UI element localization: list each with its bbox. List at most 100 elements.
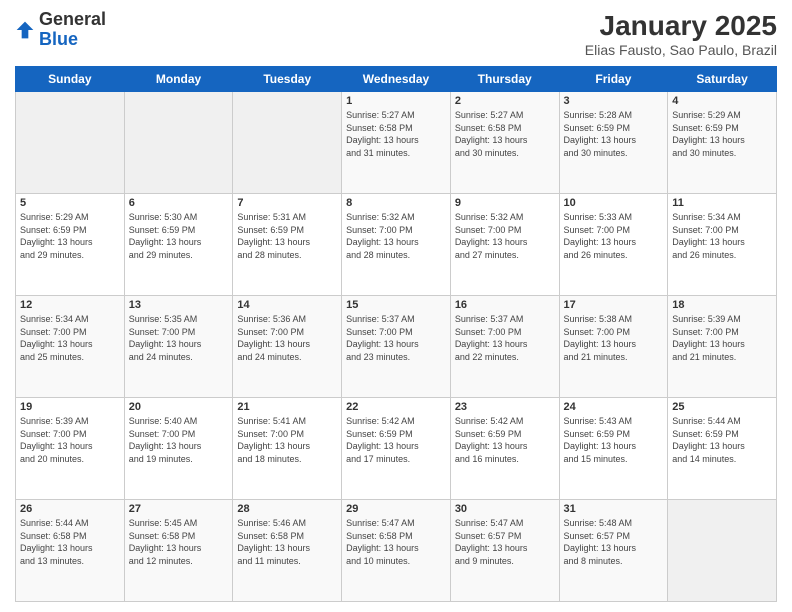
day-cell: 27 Sunrise: 5:45 AM Sunset: 6:58 PM Dayli… [124,500,233,602]
day-info: Sunrise: 5:46 AM Sunset: 6:58 PM Dayligh… [237,517,337,567]
header-row: SundayMondayTuesdayWednesdayThursdayFrid… [16,67,777,92]
day-info: Sunrise: 5:27 AM Sunset: 6:58 PM Dayligh… [455,109,555,159]
day-cell: 6Sunrise: 5:30 AM Sunset: 6:59 PM Daylig… [124,194,233,296]
day-info: Sunrise: 5:29 AM Sunset: 6:59 PM Dayligh… [672,109,772,159]
calendar-title: January 2025 [585,10,777,42]
day-number: 24 [564,401,664,413]
day-cell [124,92,233,194]
day-number: 11 [672,197,772,209]
calendar-subtitle: Elias Fausto, Sao Paulo, Brazil [585,42,777,58]
day-number: 18 [672,299,772,311]
day-info: Sunrise: 5:33 AM Sunset: 7:00 PM Dayligh… [564,211,664,261]
day-info: Sunrise: 5:37 AM Sunset: 7:00 PM Dayligh… [455,313,555,363]
day-info: Sunrise: 5:28 AM Sunset: 6:59 PM Dayligh… [564,109,664,159]
day-info: Sunrise: 5:48 AM Sunset: 6:57 PM Dayligh… [564,517,664,567]
day-cell: 11 Sunrise: 5:34 AM Sunset: 7:00 PM Dayli… [668,194,777,296]
day-info: Sunrise: 5:38 AM Sunset: 7:00 PM Dayligh… [564,313,664,363]
day-cell: 30 Sunrise: 5:47 AM Sunset: 6:57 PM Dayli… [450,500,559,602]
day-cell: 15Sunrise: 5:37 AM Sunset: 7:00 PM Dayli… [342,296,451,398]
day-cell: 12 Sunrise: 5:34 AM Sunset: 7:00 PM Dayli… [16,296,125,398]
day-info: Sunrise: 5:45 AM Sunset: 6:58 PM Dayligh… [129,517,229,567]
day-header-monday: Monday [124,67,233,92]
day-number: 30 [455,503,555,515]
day-cell [233,92,342,194]
day-cell: 19 Sunrise: 5:39 AM Sunset: 7:00 PM Dayli… [16,398,125,500]
logo-general: General [39,9,106,29]
day-number: 3 [564,95,664,107]
header: General Blue January 2025 Elias Fausto, … [15,10,777,58]
day-number: 1 [346,95,446,107]
day-cell: 3 Sunrise: 5:28 AM Sunset: 6:59 PM Daylig… [559,92,668,194]
day-number: 19 [20,401,120,413]
week-row-0: 1 Sunrise: 5:27 AM Sunset: 6:58 PM Daylig… [16,92,777,194]
day-info: Sunrise: 5:30 AM Sunset: 6:59 PM Dayligh… [129,211,229,261]
day-header-saturday: Saturday [668,67,777,92]
day-info: Sunrise: 5:44 AM Sunset: 6:58 PM Dayligh… [20,517,120,567]
day-number: 2 [455,95,555,107]
day-info: Sunrise: 5:32 AM Sunset: 7:00 PM Dayligh… [455,211,555,261]
day-number: 10 [564,197,664,209]
day-cell: 17Sunrise: 5:38 AM Sunset: 7:00 PM Dayli… [559,296,668,398]
day-info: Sunrise: 5:27 AM Sunset: 6:58 PM Dayligh… [346,109,446,159]
day-number: 28 [237,503,337,515]
day-number: 5 [20,197,120,209]
day-number: 13 [129,299,229,311]
day-cell: 5 Sunrise: 5:29 AM Sunset: 6:59 PM Daylig… [16,194,125,296]
day-cell: 13 Sunrise: 5:35 AM Sunset: 7:00 PM Dayli… [124,296,233,398]
calendar-table: SundayMondayTuesdayWednesdayThursdayFrid… [15,66,777,602]
day-number: 29 [346,503,446,515]
logo-text: General Blue [39,10,106,50]
day-header-wednesday: Wednesday [342,67,451,92]
day-info: Sunrise: 5:34 AM Sunset: 7:00 PM Dayligh… [20,313,120,363]
day-info: Sunrise: 5:39 AM Sunset: 7:00 PM Dayligh… [20,415,120,465]
day-number: 22 [346,401,446,413]
day-info: Sunrise: 5:42 AM Sunset: 6:59 PM Dayligh… [346,415,446,465]
day-cell: 16 Sunrise: 5:37 AM Sunset: 7:00 PM Dayli… [450,296,559,398]
calendar-page: General Blue January 2025 Elias Fausto, … [0,0,792,612]
day-number: 27 [129,503,229,515]
day-cell: 18 Sunrise: 5:39 AM Sunset: 7:00 PM Dayli… [668,296,777,398]
day-cell: 8Sunrise: 5:32 AM Sunset: 7:00 PM Daylig… [342,194,451,296]
day-header-thursday: Thursday [450,67,559,92]
logo-blue: Blue [39,29,78,49]
day-cell: 20Sunrise: 5:40 AM Sunset: 7:00 PM Dayli… [124,398,233,500]
day-info: Sunrise: 5:34 AM Sunset: 7:00 PM Dayligh… [672,211,772,261]
day-cell: 28 Sunrise: 5:46 AM Sunset: 6:58 PM Dayli… [233,500,342,602]
day-header-tuesday: Tuesday [233,67,342,92]
day-number: 12 [20,299,120,311]
day-info: Sunrise: 5:39 AM Sunset: 7:00 PM Dayligh… [672,313,772,363]
day-number: 16 [455,299,555,311]
day-number: 21 [237,401,337,413]
day-number: 14 [237,299,337,311]
day-cell [16,92,125,194]
day-number: 15 [346,299,446,311]
day-info: Sunrise: 5:35 AM Sunset: 7:00 PM Dayligh… [129,313,229,363]
day-cell: 24 Sunrise: 5:43 AM Sunset: 6:59 PM Dayli… [559,398,668,500]
day-cell: 14Sunrise: 5:36 AM Sunset: 7:00 PM Dayli… [233,296,342,398]
week-row-4: 26 Sunrise: 5:44 AM Sunset: 6:58 PM Dayli… [16,500,777,602]
day-cell: 4Sunrise: 5:29 AM Sunset: 6:59 PM Daylig… [668,92,777,194]
day-info: Sunrise: 5:47 AM Sunset: 6:57 PM Dayligh… [455,517,555,567]
day-info: Sunrise: 5:29 AM Sunset: 6:59 PM Dayligh… [20,211,120,261]
day-cell: 23Sunrise: 5:42 AM Sunset: 6:59 PM Dayli… [450,398,559,500]
day-cell: 10 Sunrise: 5:33 AM Sunset: 7:00 PM Dayli… [559,194,668,296]
day-number: 9 [455,197,555,209]
logo: General Blue [15,10,106,50]
day-info: Sunrise: 5:44 AM Sunset: 6:59 PM Dayligh… [672,415,772,465]
day-info: Sunrise: 5:43 AM Sunset: 6:59 PM Dayligh… [564,415,664,465]
title-block: January 2025 Elias Fausto, Sao Paulo, Br… [585,10,777,58]
day-header-sunday: Sunday [16,67,125,92]
day-header-friday: Friday [559,67,668,92]
day-number: 26 [20,503,120,515]
day-cell: 26 Sunrise: 5:44 AM Sunset: 6:58 PM Dayli… [16,500,125,602]
week-row-2: 12 Sunrise: 5:34 AM Sunset: 7:00 PM Dayli… [16,296,777,398]
day-cell: 21 Sunrise: 5:41 AM Sunset: 7:00 PM Dayli… [233,398,342,500]
day-info: Sunrise: 5:41 AM Sunset: 7:00 PM Dayligh… [237,415,337,465]
day-cell: 1 Sunrise: 5:27 AM Sunset: 6:58 PM Daylig… [342,92,451,194]
day-cell: 2 Sunrise: 5:27 AM Sunset: 6:58 PM Daylig… [450,92,559,194]
day-cell: 25Sunrise: 5:44 AM Sunset: 6:59 PM Dayli… [668,398,777,500]
day-number: 7 [237,197,337,209]
day-number: 20 [129,401,229,413]
day-cell [668,500,777,602]
day-cell: 22 Sunrise: 5:42 AM Sunset: 6:59 PM Dayli… [342,398,451,500]
